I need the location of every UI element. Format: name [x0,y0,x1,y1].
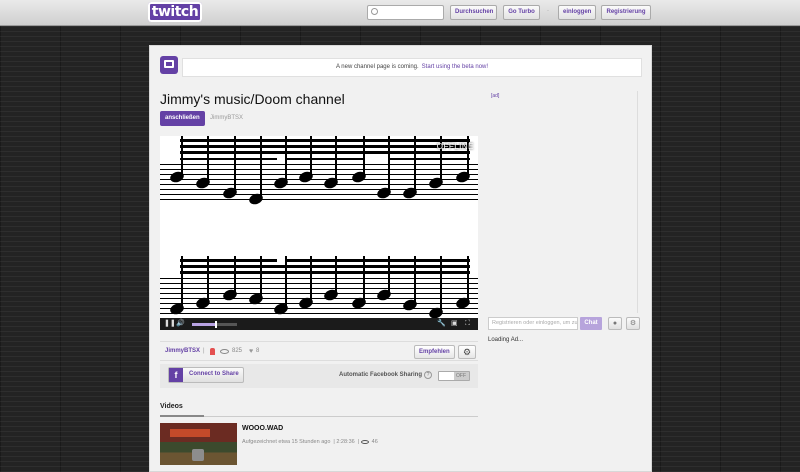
offline-label: OFFLINE [436,142,474,151]
view-count: 825 [232,348,243,354]
beta-notice-text: A new channel page is coming. [335,64,419,70]
beta-notice: A new channel page is coming. Start using… [182,58,642,77]
chat-input[interactable]: Registrieren oder einloggen, um zu chatt… [488,317,578,330]
eye-icon [220,349,229,354]
heart-icon: ♥ [249,348,254,355]
facebook-sharing-toggle[interactable]: OFF [438,371,470,381]
smiley-icon[interactable]: ● [608,317,622,330]
facebook-sharing-label: Automatic Facebook Sharing [339,372,423,378]
chat-scrollbar[interactable] [637,91,640,313]
play-pause-icon[interactable]: ❚❚ [164,320,176,328]
channel-name-link[interactable]: JimmyBTSX [165,348,200,354]
player-controls: ❚❚ 🔊 🔧 ▣ ⛶ [160,318,478,330]
tab-videos[interactable]: Videos [160,403,183,410]
video-player[interactable]: OFFLINE ❚❚ 🔊 🔧 ▣ ⛶ [160,136,478,330]
video-meta: Aufgezeichnet etwa 15 Stunden ago | 2:28:… [242,439,378,445]
loading-ad-text: Loading Ad... [488,337,524,343]
channel-title: Jimmy's music/Doom channel [160,91,345,107]
channel-info-bar: JimmyBTSX | 825 ♥ 8 Empfehlen ⚙ [160,341,478,361]
info-separator: | [203,348,205,354]
browse-button[interactable]: Durchsuchen [450,5,497,20]
follower-count: 8 [256,348,260,354]
twitch-logo[interactable]: twitch [148,2,202,22]
channel-panel: A new channel page is coming. Start using… [149,45,652,472]
video-views: 46 [371,439,378,445]
user-icon [210,348,215,355]
chat-button[interactable]: Chat [580,317,602,330]
connect-to-share-button[interactable]: f Connect to Share [168,367,244,383]
channel-icon [160,56,178,74]
fullscreen-icon[interactable]: ⛶ [465,320,470,328]
facebook-share-box: f Connect to Share Automatic Facebook Sh… [160,364,478,388]
popout-icon[interactable]: ▣ [451,320,458,328]
video-thumbnail[interactable] [160,423,237,465]
follow-button[interactable]: anschließen [160,111,205,126]
topbar-separator: · [547,8,549,14]
go-turbo-button[interactable]: Go Turbo [503,5,540,20]
login-button[interactable]: einloggen [558,5,596,20]
search-icon [371,8,378,15]
eye-icon [360,439,369,444]
connect-to-share-label: Connect to Share [189,371,239,377]
wrench-icon[interactable]: 🔧 [437,320,446,328]
gear-icon[interactable]: ⚙ [458,345,476,359]
sheet-music-image [160,136,478,319]
toggle-knob [439,372,454,380]
volume-level [192,323,215,326]
help-icon[interactable]: ? [424,371,432,379]
tab-active-indicator [160,415,204,417]
toggle-state: OFF [456,373,466,379]
volume-slider[interactable] [192,321,237,328]
chat-gear-icon[interactable]: ⚙ [626,317,640,330]
video-title[interactable]: WOOO.WAD [242,425,283,432]
top-bar: twitch Durchsuchen Go Turbo · einloggen … [0,0,800,26]
recommend-button[interactable]: Empfehlen [414,345,455,359]
search-input[interactable] [380,7,440,18]
video-recorded: Aufgezeichnet etwa 15 Stunden ago [242,439,331,445]
volume-icon[interactable]: 🔊 [176,320,185,328]
beta-link[interactable]: Start using the beta now! [422,64,488,70]
volume-knob[interactable] [214,321,217,328]
video-duration: 2:28:36 [336,439,355,445]
chat-area [486,86,640,312]
register-button[interactable]: Registrierung [601,5,651,20]
facebook-icon: f [169,368,183,382]
search-box[interactable] [367,5,444,20]
tab-divider [160,416,478,417]
follow-channel-name[interactable]: JimmyBTSX [210,115,243,121]
